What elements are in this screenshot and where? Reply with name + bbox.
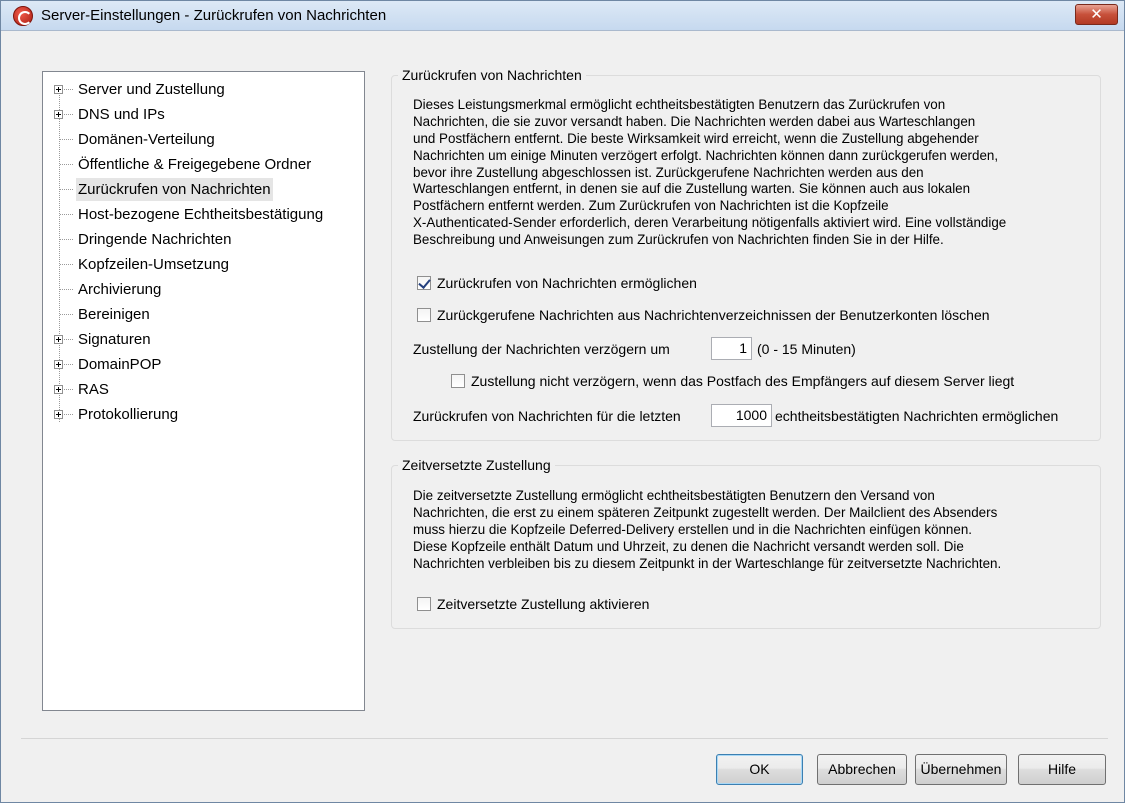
- tree-item-signaturen[interactable]: Signaturen: [43, 328, 364, 351]
- close-button[interactable]: ✕: [1075, 4, 1118, 25]
- tree-item-oeffentliche-ordner[interactable]: Öffentliche & Freigegebene Ordner: [43, 153, 364, 176]
- close-icon: ✕: [1090, 6, 1103, 23]
- tree-item-kopfzeilen-umsetzung[interactable]: Kopfzeilen-Umsetzung: [43, 253, 364, 276]
- recall-description: Dieses Leistungsmerkmal ermöglicht echth…: [413, 97, 1007, 248]
- title-bar: Server-Einstellungen - Zurückrufen von N…: [1, 1, 1124, 31]
- expand-icon[interactable]: [54, 360, 63, 369]
- settings-tree[interactable]: Server und Zustellung DNS und IPs Domäne…: [42, 71, 365, 711]
- tree-item-protokollierung[interactable]: Protokollierung: [43, 403, 364, 426]
- checkbox-icon[interactable]: [417, 308, 431, 322]
- tree-item-bereinigen[interactable]: Bereinigen: [43, 303, 364, 326]
- settings-dialog: Server-Einstellungen - Zurückrufen von N…: [0, 0, 1125, 803]
- recall-last-suffix: echtheitsbestätigten Nachrichten ermögli…: [775, 408, 1059, 424]
- checkbox-icon[interactable]: [417, 597, 431, 611]
- tree-item-domainpop[interactable]: DomainPOP: [43, 353, 364, 376]
- cancel-button[interactable]: Abbrechen: [817, 754, 907, 785]
- tree-item-host-echtheitsbestaetigung[interactable]: Host-bezogene Echtheitsbestätigung: [43, 203, 364, 226]
- tree-item-archivierung[interactable]: Archivierung: [43, 278, 364, 301]
- expand-icon[interactable]: [54, 385, 63, 394]
- recall-last-prefix: Zurückrufen von Nachrichten für die letz…: [413, 408, 681, 424]
- delay-minutes-input[interactable]: 1: [711, 337, 752, 360]
- expand-icon[interactable]: [54, 85, 63, 94]
- tree-item-zurueckrufen[interactable]: Zurückrufen von Nachrichten: [43, 178, 364, 201]
- deferred-group-title: Zeitversetzte Zustellung: [398, 457, 555, 473]
- recall-group-title: Zurückrufen von Nachrichten: [398, 67, 586, 83]
- deferred-description: Die zeitversetzte Zustellung ermöglicht …: [413, 488, 1002, 571]
- mdaemon-logo-icon: [13, 6, 33, 26]
- window-title: Server-Einstellungen - Zurückrufen von N…: [41, 7, 387, 24]
- apply-button[interactable]: Übernehmen: [915, 754, 1007, 785]
- expand-icon[interactable]: [54, 110, 63, 119]
- tree-item-dns-und-ips[interactable]: DNS und IPs: [43, 103, 364, 126]
- expand-icon[interactable]: [54, 335, 63, 344]
- tree-item-dringende-nachrichten[interactable]: Dringende Nachrichten: [43, 228, 364, 251]
- ok-button[interactable]: OK: [716, 754, 803, 785]
- tree-item-ras[interactable]: RAS: [43, 378, 364, 401]
- checkbox-checked-icon[interactable]: [417, 276, 431, 290]
- footer-divider: [21, 738, 1108, 739]
- delay-label: Zustellung der Nachrichten verzögern um: [413, 341, 670, 357]
- delay-range-label: (0 - 15 Minuten): [757, 341, 856, 357]
- tree-item-server-und-zustellung[interactable]: Server und Zustellung: [43, 78, 364, 101]
- recall-last-count-input[interactable]: 1000: [711, 404, 772, 427]
- help-button[interactable]: Hilfe: [1018, 754, 1106, 785]
- tree-item-domaenen-verteilung[interactable]: Domänen-Verteilung: [43, 128, 364, 151]
- expand-icon[interactable]: [54, 410, 63, 419]
- checkbox-icon[interactable]: [451, 374, 465, 388]
